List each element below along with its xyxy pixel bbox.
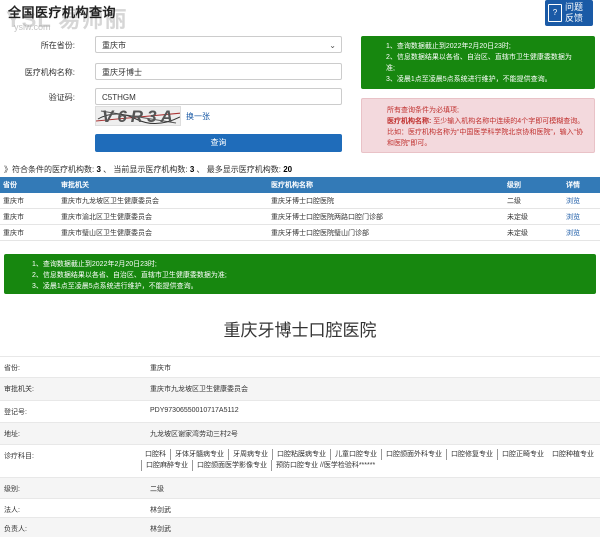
tips-box: 所有查询条件为必填项; 医疗机构名称: 至少输入机构名称中连续的4个字即可模糊查… — [361, 98, 595, 153]
code-label: 验证码: — [48, 93, 75, 102]
institution-name-input[interactable]: 重庆牙博士 — [95, 63, 342, 80]
query-button[interactable]: 查询 — [95, 134, 342, 152]
results-table: 省份 审批机关 医疗机构名称 级别 详情 重庆市 重庆市九龙坡区卫生健康委员会 重庆… — [0, 177, 600, 241]
view-link[interactable]: 浏览 — [563, 224, 600, 241]
table-row: 重庆市 重庆市璧山区卫生健康委员会 重庆牙博士口腔医院璧山门诊部 未定级 浏览 — [0, 224, 600, 241]
detail-address-key: 地址: — [4, 431, 20, 438]
detail-level-key: 级别: — [4, 486, 20, 493]
col-province: 省份 — [0, 177, 58, 193]
view-link[interactable]: 浏览 — [563, 208, 600, 225]
page-title: 全国医疗机构查询 — [8, 5, 117, 20]
table-row: 重庆市 重庆市渝北区卫生健康委员会 重庆牙博士口腔医院两路口腔门诊部 未定级 浏览 — [0, 208, 600, 225]
detail-legal-key: 法人: — [4, 507, 20, 514]
col-level: 级别 — [504, 177, 563, 193]
feedback-button[interactable]: ? 问题 反馈 — [545, 0, 593, 26]
name-label: 医疗机构名称: — [24, 68, 75, 77]
detail-head-value: 林剑武 — [150, 526, 171, 533]
notice-box-wide: 1、查询数据截止到2022年2月20日23时; 2、信息数据结果以各省、自治区、… — [4, 254, 596, 294]
detail-level-value: 二级 — [150, 486, 164, 493]
detail-title: 重庆牙博士口腔医院 — [223, 321, 377, 340]
province-select[interactable]: 重庆市 ⌄ — [95, 36, 342, 53]
refresh-captcha-link[interactable]: 换一张 — [186, 111, 210, 122]
col-authority: 审批机关 — [58, 177, 268, 193]
detail-reg-value: PDY97306550010717A5112 — [150, 407, 239, 414]
col-detail: 详情 — [563, 177, 600, 193]
detail-subjects-list: 口腔科 牙体牙髓病专业 牙周病专业 口腔粘膜病专业 儿童口腔专业 口腔颌面外科专业 口腔修复… — [141, 449, 600, 471]
notice-box: 1、查询数据截止到2022年2月20日23时; 2、信息数据结果以各省、自治区、… — [361, 36, 595, 89]
chevron-down-icon: ⌄ — [329, 41, 336, 50]
col-name: 医疗机构名称 — [268, 177, 504, 193]
detail-address-value: 九龙坡区谢家湾劳动三村2号 — [150, 431, 238, 438]
watermark-url: yslw.com — [14, 22, 51, 32]
result-summary: 》符合条件的医疗机构数: 3 、 当前显示医疗机构数: 3 、 最多显示医疗机构… — [4, 165, 293, 174]
province-label: 所在省份: — [40, 41, 75, 50]
captcha-input[interactable]: C5THGM — [95, 88, 342, 105]
view-link[interactable]: 浏览 — [563, 193, 600, 209]
detail-head-key: 负责人: — [4, 526, 27, 533]
detail-authority-value: 重庆市九龙坡区卫生健康委员会 — [150, 386, 248, 393]
detail-reg-key: 登记号: — [4, 409, 27, 416]
detail-province-key: 省份: — [4, 365, 20, 372]
detail-legal-value: 林剑武 — [150, 507, 171, 514]
table-row: 重庆市 重庆市九龙坡区卫生健康委员会 重庆牙博士口腔医院 二级 浏览 — [0, 193, 600, 209]
detail-subjects-key: 诊疗科目: — [4, 453, 34, 460]
question-icon: ? — [548, 4, 562, 22]
captcha-image[interactable]: V6R3A — [95, 106, 181, 126]
detail-province-value: 重庆市 — [150, 365, 171, 372]
detail-authority-key: 审批机关: — [4, 386, 34, 393]
